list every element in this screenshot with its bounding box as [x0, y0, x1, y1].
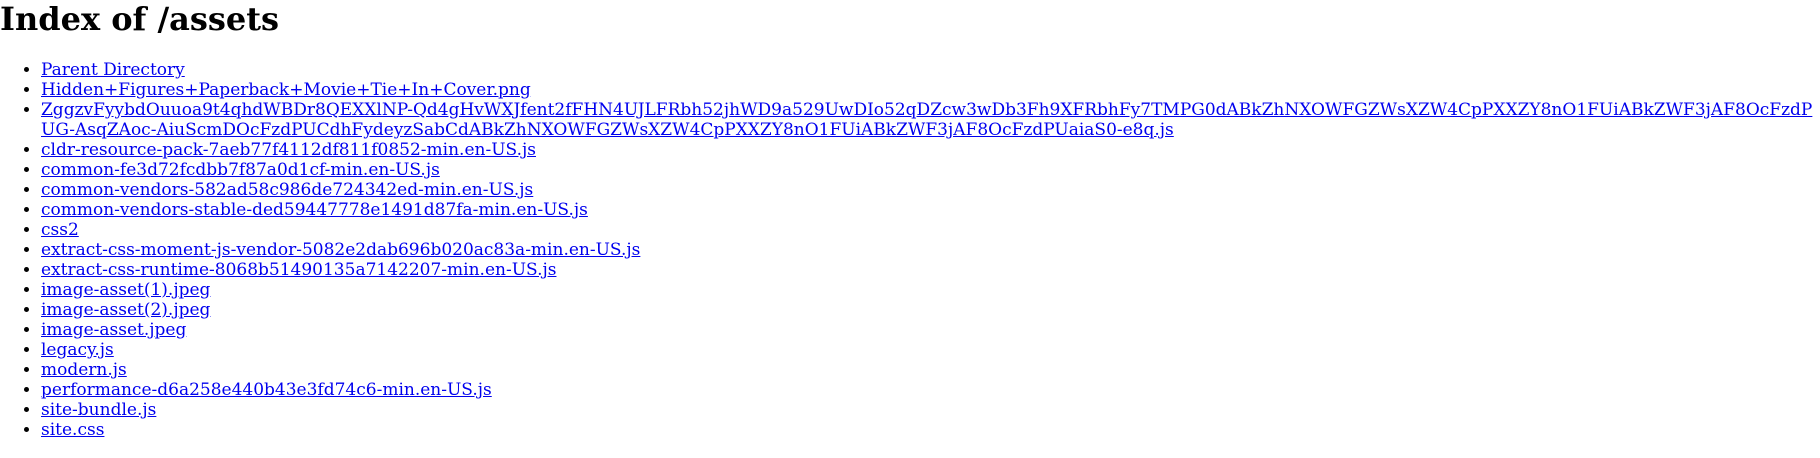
file-link[interactable]: ZggzvFyybdOuuoa9t4qhdWBDr8QEXXlNP-Qd4gHv… — [41, 100, 1812, 140]
list-item: performance-d6a258e440b43e3fd74c6-min.en… — [41, 380, 1820, 400]
list-item: Parent Directory — [41, 60, 1820, 80]
list-item: common-fe3d72fcdbb7f87a0d1cf-min.en-US.j… — [41, 160, 1820, 180]
parent-directory-link[interactable]: Parent Directory — [41, 60, 185, 80]
file-link[interactable]: cldr-resource-pack-7aeb77f4112df811f0852… — [41, 140, 536, 160]
file-link[interactable]: extract-css-runtime-8068b51490135a714220… — [41, 260, 556, 280]
list-item: cldr-resource-pack-7aeb77f4112df811f0852… — [41, 140, 1820, 160]
list-item: site.css — [41, 420, 1820, 440]
file-link[interactable]: site.css — [41, 420, 104, 440]
file-link[interactable]: modern.js — [41, 360, 127, 380]
list-item: Hidden+Figures+Paperback+Movie+Tie+In+Co… — [41, 80, 1820, 100]
list-item: image-asset(2).jpeg — [41, 300, 1820, 320]
list-item: common-vendors-582ad58c986de724342ed-min… — [41, 180, 1820, 200]
list-item: modern.js — [41, 360, 1820, 380]
list-item: css2 — [41, 220, 1820, 240]
file-link[interactable]: common-fe3d72fcdbb7f87a0d1cf-min.en-US.j… — [41, 160, 440, 180]
file-link[interactable]: common-vendors-582ad58c986de724342ed-min… — [41, 180, 533, 200]
list-item: extract-css-runtime-8068b51490135a714220… — [41, 260, 1820, 280]
file-link[interactable]: legacy.js — [41, 340, 114, 360]
page-title: Index of /assets — [0, 0, 280, 38]
file-link[interactable]: Hidden+Figures+Paperback+Movie+Tie+In+Co… — [41, 80, 531, 100]
file-link[interactable]: image-asset(1).jpeg — [41, 280, 210, 300]
directory-link[interactable]: css2 — [41, 220, 79, 240]
file-link[interactable]: common-vendors-stable-ded59447778e1491d8… — [41, 200, 588, 220]
list-item: image-asset(1).jpeg — [41, 280, 1820, 300]
list-item: ZggzvFyybdOuuoa9t4qhdWBDr8QEXXlNP-Qd4gHv… — [41, 100, 1820, 140]
file-link[interactable]: site-bundle.js — [41, 400, 156, 420]
file-list: Parent Directory Hidden+Figures+Paperbac… — [0, 60, 1820, 440]
list-item: image-asset.jpeg — [41, 320, 1820, 340]
list-item: extract-css-moment-js-vendor-5082e2dab69… — [41, 240, 1820, 260]
file-link[interactable]: image-asset.jpeg — [41, 320, 186, 340]
list-item: common-vendors-stable-ded59447778e1491d8… — [41, 200, 1820, 220]
file-link[interactable]: extract-css-moment-js-vendor-5082e2dab69… — [41, 240, 640, 260]
list-item: site-bundle.js — [41, 400, 1820, 420]
list-item: legacy.js — [41, 340, 1820, 360]
file-link[interactable]: performance-d6a258e440b43e3fd74c6-min.en… — [41, 380, 492, 400]
file-link[interactable]: image-asset(2).jpeg — [41, 300, 210, 320]
